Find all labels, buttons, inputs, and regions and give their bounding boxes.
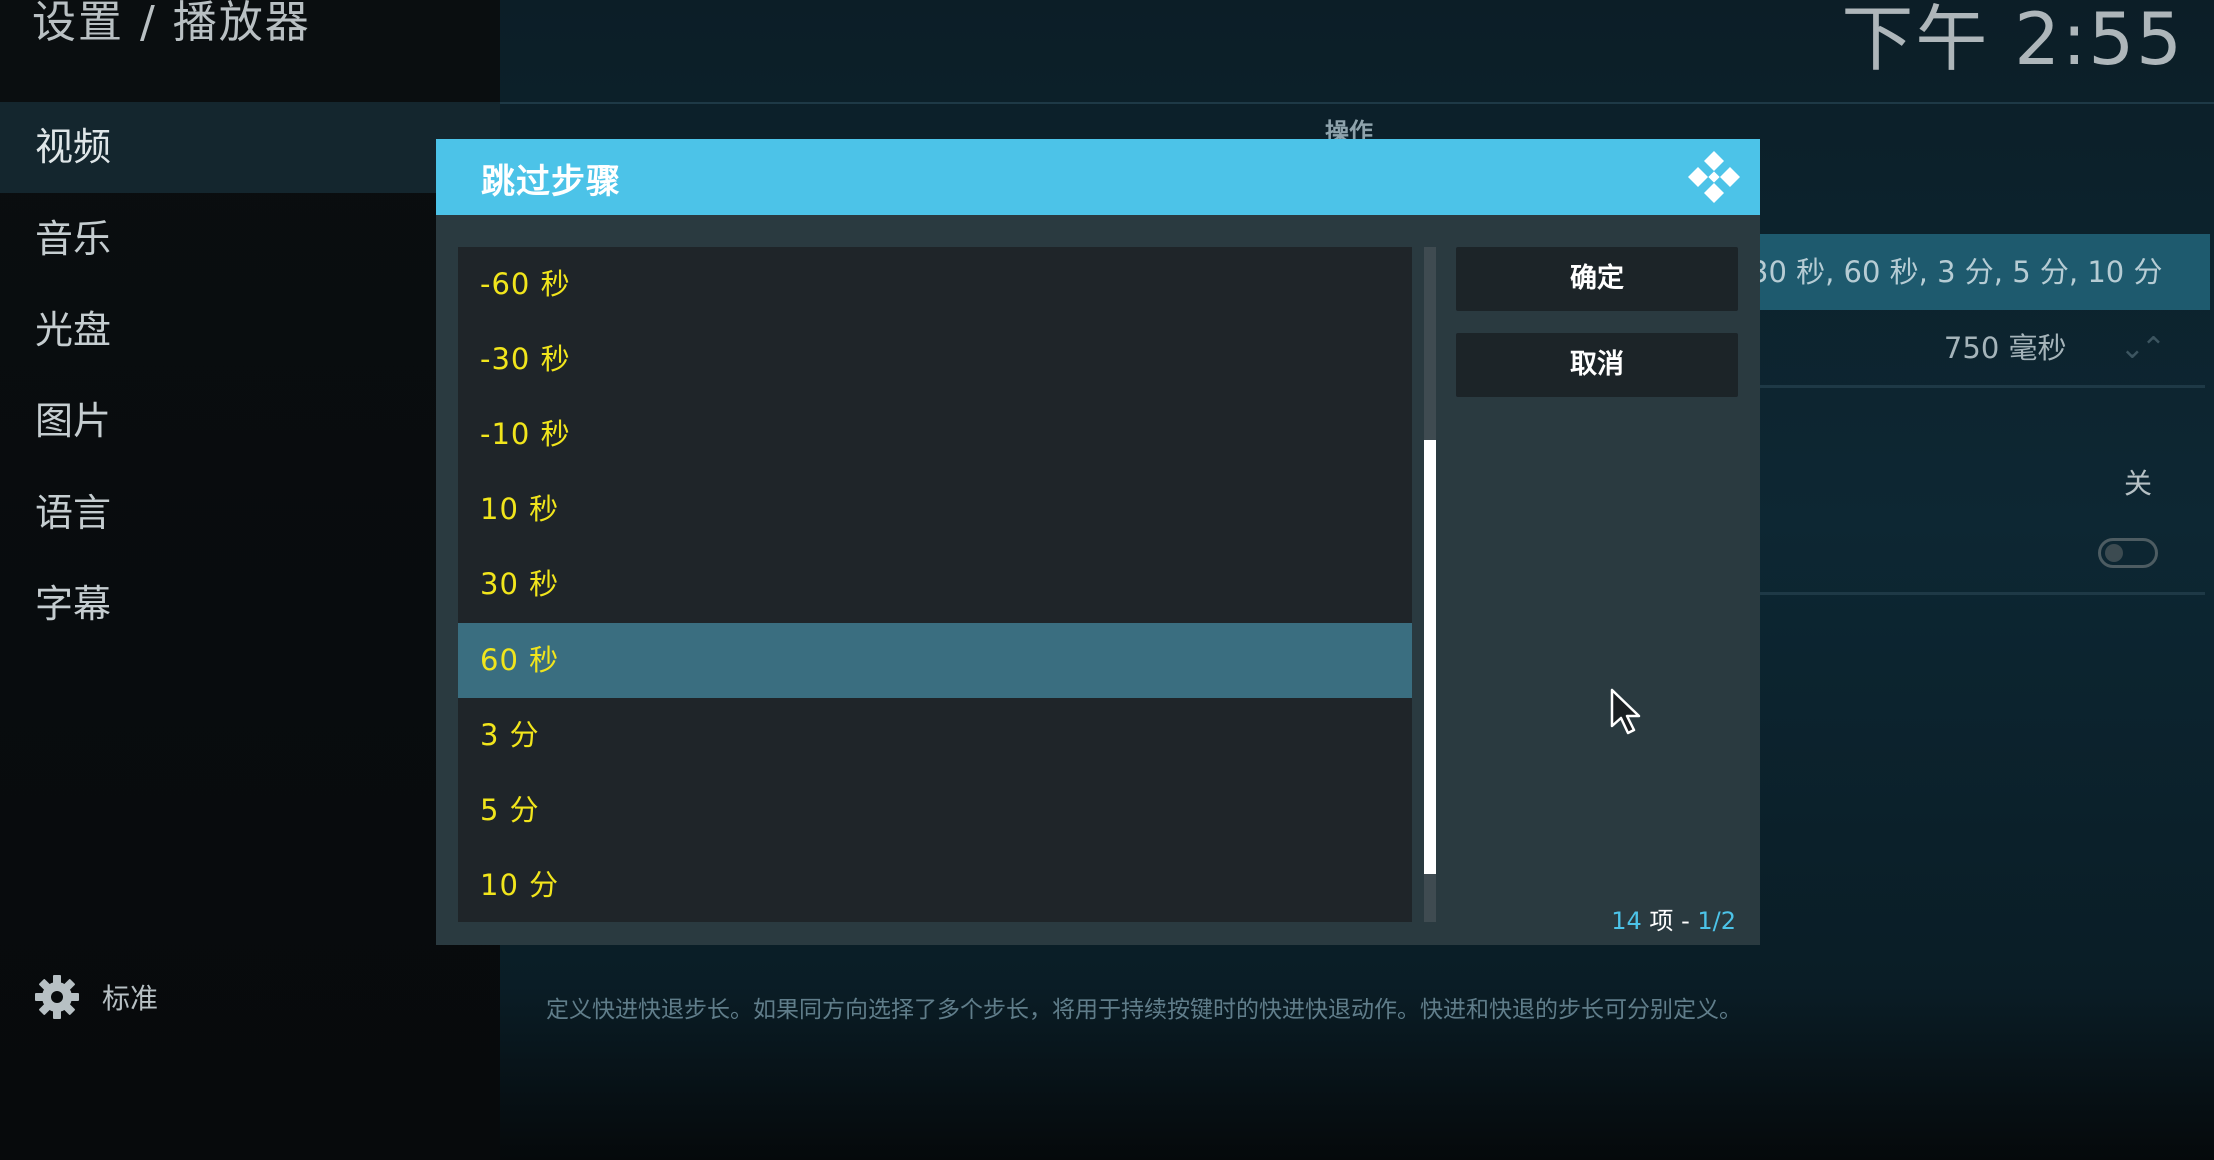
toggle-knob	[2105, 544, 2123, 562]
setting-value: 750 毫秒	[1943, 331, 2067, 365]
list-item[interactable]: 10 分	[458, 848, 1412, 922]
sidebar-item-music[interactable]: 音乐	[0, 194, 500, 285]
list-item-selected[interactable]: 60 秒	[458, 623, 1412, 698]
dialog-header: 跳过步骤	[436, 139, 1760, 215]
header-divider	[500, 102, 2214, 104]
settings-level-button[interactable]: 标准	[34, 974, 158, 1020]
sidebar-item-subtitles[interactable]: 字幕	[0, 559, 500, 650]
dialog-title: 跳过步骤	[481, 162, 621, 202]
list-item[interactable]: 5 分	[458, 773, 1412, 848]
list-item[interactable]: 30 秒	[458, 547, 1412, 622]
gear-icon	[35, 975, 79, 1019]
setting-description: 定义快进快退步长。如果同方向选择了多个步长，将用于持续按键时的快进快退动作。快进…	[546, 997, 1742, 1023]
setting-row-skip-steps[interactable]: 30 秒, 60 秒, 3 分, 5 分, 10 分	[1750, 234, 2210, 310]
sidebar-item-pictures[interactable]: 图片	[0, 376, 500, 467]
scrollbar[interactable]	[1424, 247, 1436, 922]
page-indicator: 1/2	[1697, 907, 1736, 935]
setting-row-delay[interactable]: 750 毫秒 ⌄⌃	[1750, 310, 2210, 386]
skip-step-list: -60 秒 -30 秒 -10 秒 10 秒 30 秒 60 秒 3 分 5 分…	[458, 247, 1412, 922]
mouse-pointer-icon	[1610, 688, 1641, 735]
breadcrumb: 设置 / 播放器	[32, 0, 311, 48]
scrollbar-thumb[interactable]	[1424, 440, 1436, 874]
sidebar-item-video[interactable]: 视频	[0, 102, 500, 193]
sidebar-item-disc[interactable]: 光盘	[0, 285, 500, 376]
settings-level-label: 标准	[102, 982, 159, 1015]
list-item[interactable]: -60 秒	[458, 247, 1412, 322]
list-item[interactable]: -30 秒	[458, 322, 1412, 397]
setting-value-off: 关	[2123, 467, 2152, 500]
setting-value: 30 秒, 60 秒, 3 分, 5 分, 10 分	[1750, 255, 2163, 289]
divider	[1750, 592, 2205, 595]
ok-button[interactable]: 确定	[1456, 247, 1738, 311]
skip-steps-dialog: 跳过步骤 -60 秒 -30 秒 -10 秒 10 秒 30 秒 60 秒 3 …	[436, 139, 1760, 945]
item-count: 14 项 - 1/2	[1611, 901, 1736, 936]
item-count-suffix: 项	[1649, 907, 1674, 935]
cancel-button[interactable]: 取消	[1456, 333, 1738, 397]
clock: 下午 2:55	[1841, 0, 2184, 81]
list-item[interactable]: -10 秒	[458, 397, 1412, 472]
toggle-switch[interactable]	[2098, 538, 2158, 568]
list-item[interactable]: 10 秒	[458, 472, 1412, 547]
sidebar-item-language[interactable]: 语言	[0, 468, 500, 559]
item-count-number: 14	[1611, 907, 1642, 935]
item-count-separator: -	[1681, 907, 1690, 935]
kodi-logo-icon	[1688, 151, 1740, 203]
divider	[1750, 385, 2205, 388]
spinner-arrows-icon[interactable]: ⌄⌃	[2120, 311, 2166, 387]
list-item[interactable]: 3 分	[458, 698, 1412, 773]
